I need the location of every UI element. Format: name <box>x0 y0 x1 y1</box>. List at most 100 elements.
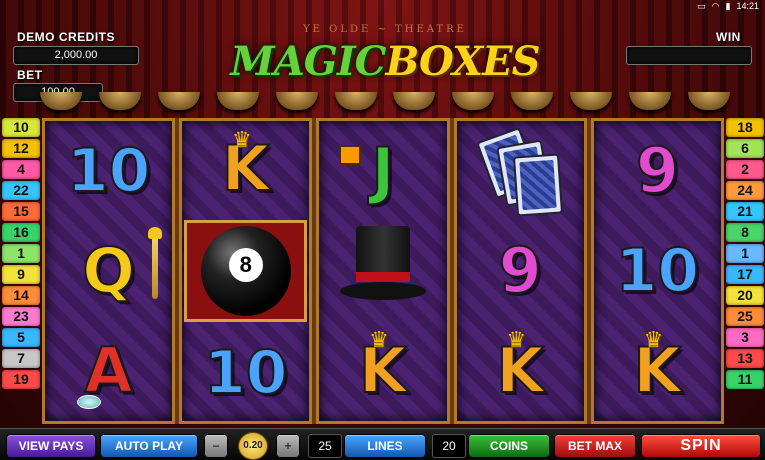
credits-value: 2,000.00 <box>13 46 139 65</box>
stage-lamp <box>216 92 259 110</box>
payline-marker[interactable]: 22 <box>2 181 40 200</box>
payline-marker[interactable]: 5 <box>2 328 40 347</box>
payline-marker[interactable]: 15 <box>2 202 40 221</box>
reel-cell: 10 <box>45 121 172 221</box>
payline-marker[interactable]: 12 <box>2 139 40 158</box>
reel-cell: A <box>45 321 172 421</box>
reel-cell: K ♛ <box>182 121 309 218</box>
reel-cell: J <box>319 121 446 221</box>
lines-button[interactable]: LINES <box>344 434 426 458</box>
view-pays-button[interactable]: VIEW PAYS <box>6 434 96 458</box>
payline-marker[interactable]: 16 <box>2 223 40 242</box>
payline-marker[interactable]: 17 <box>726 265 764 284</box>
symbol-q: Q <box>81 234 136 307</box>
reel-cell: 9 <box>594 121 721 221</box>
playing-cards-symbol <box>457 121 584 221</box>
spin-button[interactable]: SPIN <box>641 434 761 458</box>
stage-lamps <box>40 92 730 112</box>
status-bar: ▭ ◠ ▮ 14:21 <box>697 0 759 12</box>
reel: 9 10 K ♛ <box>590 118 725 424</box>
eight-ball-symbol: 8 <box>184 219 308 323</box>
clock: 14:21 <box>736 1 759 11</box>
crown-icon: ♛ <box>369 327 389 352</box>
reel-cell: K ♛ <box>457 321 584 421</box>
coins-value: 20 <box>432 434 466 458</box>
eight-ball-number: 8 <box>228 248 263 282</box>
logo-word-magic: MAGIC <box>230 38 386 85</box>
symbol-9: 9 <box>498 234 543 307</box>
stage-lamp <box>393 92 436 110</box>
top-hat-icon <box>338 226 428 316</box>
diamond-icon <box>77 395 101 409</box>
symbol-10: 10 <box>615 236 700 306</box>
stage-lamp <box>40 92 82 110</box>
payline-marker[interactable]: 21 <box>726 202 764 221</box>
payline-marker[interactable]: 13 <box>726 349 764 368</box>
game-logo: MAGICBOXES <box>190 38 580 86</box>
payline-marker[interactable]: 9 <box>2 265 40 284</box>
battery-icon: ▮ <box>725 1 731 11</box>
stage-lamp <box>334 92 377 110</box>
symbol-j: J <box>370 134 395 207</box>
crown-icon: ♛ <box>231 127 252 152</box>
reel: 10 Q A <box>42 118 176 424</box>
stage-lamp <box>452 92 495 110</box>
reel: K ♛ 8 10 <box>179 118 313 424</box>
game-screen: ▭ ◠ ▮ 14:21 DEMO CREDITS 2,000.00 BET 10… <box>0 0 765 460</box>
stage-lamp <box>570 92 613 110</box>
payline-marker[interactable]: 25 <box>726 307 764 326</box>
reel-cell: K ♛ <box>594 321 721 421</box>
control-bar: VIEW PAYS AUTO PLAY − 0.20 + 25 LINES 20… <box>0 428 765 460</box>
payline-marker[interactable]: 4 <box>2 160 40 179</box>
lines-value: 25 <box>308 434 342 458</box>
symbol-9: 9 <box>635 134 680 207</box>
playing-cards-icon <box>475 126 565 217</box>
coin-value-icon: 0.20 <box>238 432 268 460</box>
payline-marker[interactable]: 24 <box>726 181 764 200</box>
left-line-markers: 10 12 4 22 15 16 1 9 14 23 5 7 19 <box>2 118 40 389</box>
payline-marker[interactable]: 14 <box>2 286 40 305</box>
payline-marker[interactable]: 23 <box>2 307 40 326</box>
payline-marker[interactable]: 11 <box>726 370 764 389</box>
symbol-10: 10 <box>203 337 288 408</box>
symbol-10: 10 <box>66 136 151 206</box>
coin-minus-button[interactable]: − <box>204 434 228 458</box>
stage-lamp <box>629 92 672 110</box>
win-value <box>626 46 752 65</box>
scepter-icon <box>148 227 163 299</box>
reel-cell: 9 <box>457 221 584 321</box>
auto-play-button[interactable]: AUTO PLAY <box>100 434 198 458</box>
bet-max-button[interactable]: BET MAX <box>554 434 636 458</box>
stage-lamp <box>511 92 554 110</box>
stage-lamp <box>275 92 318 110</box>
right-line-markers: 18 6 2 24 21 8 1 17 20 25 3 13 11 <box>726 118 764 389</box>
reel-cell: 10 <box>594 221 721 321</box>
reel-cell: K ♛ <box>319 321 446 421</box>
symbol-a: A <box>84 334 134 407</box>
payline-marker[interactable]: 20 <box>726 286 764 305</box>
payline-marker[interactable]: 7 <box>2 349 40 368</box>
coins-button[interactable]: COINS <box>468 434 550 458</box>
win-label: WIN <box>716 30 741 44</box>
payline-marker[interactable]: 6 <box>726 139 764 158</box>
payline-marker[interactable]: 19 <box>2 370 40 389</box>
payline-marker[interactable]: 18 <box>726 118 764 137</box>
payline-marker[interactable]: 10 <box>2 118 40 137</box>
reel-cell: Q <box>45 221 172 321</box>
payline-marker[interactable]: 3 <box>726 328 764 347</box>
theatre-arch-text: YE OLDE ~ THEATRE <box>303 24 467 35</box>
payline-marker[interactable]: 1 <box>2 244 40 263</box>
gift-box-icon <box>339 145 362 165</box>
crown-icon: ♛ <box>506 327 527 352</box>
payline-marker[interactable]: 1 <box>726 244 764 263</box>
top-hat-symbol <box>319 221 446 321</box>
wifi-icon: ◠ <box>711 1 720 11</box>
bet-label: BET <box>17 68 43 82</box>
payline-marker[interactable]: 2 <box>726 160 764 179</box>
reel-cell: 10 <box>182 324 309 421</box>
payline-marker[interactable]: 8 <box>726 223 764 242</box>
stage-lamp <box>157 92 200 110</box>
coin-plus-button[interactable]: + <box>276 434 300 458</box>
credits-label: DEMO CREDITS <box>17 30 116 44</box>
stage-lamp <box>687 92 730 110</box>
